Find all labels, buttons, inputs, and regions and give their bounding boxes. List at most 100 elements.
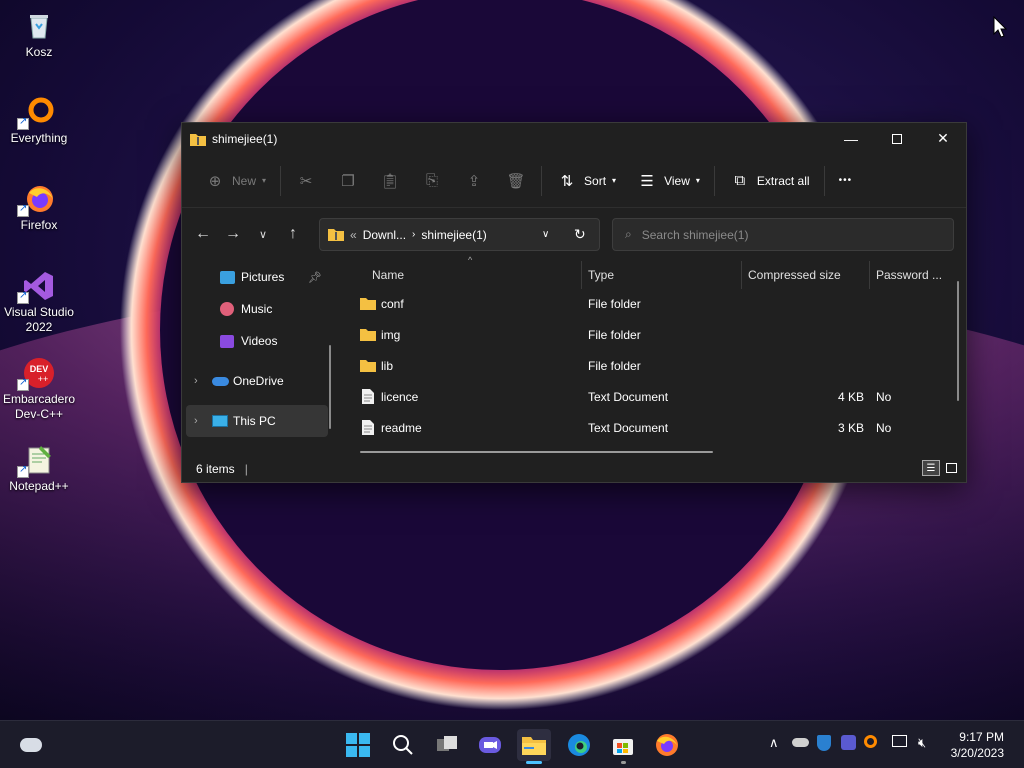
forward-button[interactable]: → [218, 225, 248, 243]
music-icon [220, 302, 234, 316]
column-header-type[interactable]: Type [582, 261, 742, 289]
recycle-bin-icon [23, 10, 55, 42]
vertical-scrollbar[interactable] [957, 281, 959, 401]
desktop-icon-notepadpp[interactable]: Notepad++ [2, 438, 76, 494]
nav-scrollbar[interactable] [329, 345, 331, 429]
minimize-icon: — [844, 130, 858, 147]
nav-item-onedrive[interactable]: › OneDrive [182, 365, 332, 397]
table-row[interactable]: lib File folder [342, 351, 966, 382]
address-dropdown-icon[interactable]: ∨ [542, 229, 549, 240]
onedrive-tray-button[interactable] [792, 735, 809, 750]
title-bar[interactable]: shimejiee(1) — ✕ [182, 123, 966, 154]
sort-button[interactable]: ⇅ Sort ▾ [546, 164, 626, 198]
everything-search-icon [864, 735, 877, 748]
nav-item-music[interactable]: Music [182, 293, 332, 325]
new-button[interactable]: ⊕ New ▾ [194, 164, 276, 198]
view-button[interactable]: ☰ View ▾ [626, 164, 710, 198]
network-tray-button[interactable] [892, 735, 907, 750]
paste-button[interactable]: 📋︎ [369, 164, 411, 198]
refresh-icon[interactable]: ↻ [574, 226, 586, 243]
svg-text:DEV: DEV [30, 364, 49, 374]
firefox-icon [656, 734, 678, 756]
breadcrumb-current[interactable]: shimejiee(1) [421, 228, 486, 242]
back-button[interactable]: ← [188, 225, 218, 243]
expand-chevron-icon: › [194, 415, 198, 427]
delete-button[interactable]: 🗑︎ [495, 164, 537, 198]
breadcrumb-downloads[interactable]: Downl... [363, 228, 406, 242]
nav-item-this-pc[interactable]: › This PC [186, 405, 328, 437]
nav-item-videos[interactable]: Videos [182, 325, 332, 357]
more-options-icon: ••• [838, 175, 853, 186]
firefox-taskbar-button[interactable] [650, 729, 684, 761]
nav-item-label: OneDrive [233, 374, 284, 388]
start-button[interactable] [341, 729, 375, 761]
column-header-name[interactable]: Name [366, 261, 582, 289]
desktop-icon-everything[interactable]: Everything [2, 90, 76, 146]
clipboard-icon: 📋︎ [380, 172, 400, 190]
window-title: shimejiee(1) [190, 132, 277, 146]
column-header-compressed-size[interactable]: Compressed size [742, 261, 870, 289]
table-row[interactable]: readme Text Document 3 KB No [342, 413, 966, 444]
column-header-row: ^ Name Type Compressed size Password ... [342, 255, 966, 289]
table-row[interactable]: licence Text Document 4 KB No [342, 382, 966, 413]
shortcut-arrow-icon [17, 377, 29, 391]
file-name: licence [381, 390, 419, 404]
search-box[interactable]: ⌕ Search shimejiee(1) [612, 218, 954, 251]
arrow-right-icon: → [225, 225, 241, 242]
column-header-password[interactable]: Password ... [870, 261, 946, 289]
arrow-left-icon: ← [195, 225, 211, 242]
view-button-label: View [664, 173, 690, 188]
rename-button[interactable]: ⎘ [411, 164, 453, 198]
volume-muted-icon: 🔇︎ [918, 735, 927, 750]
desktop-icon-recycle-bin[interactable]: Kosz [2, 4, 76, 60]
task-view-button[interactable] [430, 729, 464, 761]
weather-widget-button[interactable] [14, 729, 48, 761]
pin-icon: 📌︎ [308, 271, 322, 284]
recent-locations-button[interactable]: ∨ [248, 228, 278, 241]
copy-button[interactable]: ❐ [327, 164, 369, 198]
minimize-button[interactable]: — [828, 123, 874, 154]
window-title-text: shimejiee(1) [212, 131, 278, 146]
desktop-icon-devcpp[interactable]: DEV++ Embarcadero Dev-C++ [2, 351, 76, 422]
system-clock[interactable]: 9:17 PM 3/20/2023 [951, 729, 1004, 761]
column-header-label: Name [372, 268, 405, 282]
close-button[interactable]: ✕ [920, 123, 966, 154]
edge-taskbar-button[interactable] [562, 729, 596, 761]
more-options-button[interactable]: ••• [829, 164, 863, 198]
share-button[interactable]: ⇪ [453, 164, 495, 198]
extract-all-button[interactable]: ⧉ Extract all [719, 164, 820, 198]
file-explorer-taskbar-button[interactable] [517, 729, 551, 764]
file-type: Text Document [588, 421, 669, 435]
search-taskbar-button[interactable] [386, 729, 420, 761]
desktop-icon-visual-studio[interactable]: Visual Studio 2022 [2, 264, 76, 335]
volume-tray-button[interactable]: 🔇︎ [918, 735, 926, 751]
shortcut-arrow-icon [17, 464, 29, 478]
tiles-view-button[interactable] [942, 460, 960, 476]
everything-tray-button[interactable] [864, 735, 877, 751]
trash-icon: 🗑︎ [506, 172, 526, 190]
cut-button[interactable]: ✂ [285, 164, 327, 198]
desktop-icon-firefox[interactable]: Firefox [2, 177, 76, 233]
teams-tray-button[interactable] [841, 735, 856, 753]
show-hidden-icons-button[interactable]: ∧ [769, 735, 779, 751]
table-row[interactable]: img File folder [342, 320, 966, 351]
clock-date: 3/20/2023 [950, 746, 1004, 760]
zip-folder-icon [190, 133, 206, 146]
details-view-button[interactable]: ☰ [922, 460, 940, 476]
maximize-button[interactable] [874, 123, 920, 154]
toolbar-divider [713, 165, 715, 196]
nav-item-pictures[interactable]: Pictures 📌︎ [182, 261, 332, 293]
active-app-indicator [526, 761, 542, 764]
chevron-up-icon: ∧ [769, 735, 779, 750]
breadcrumb-overflow[interactable]: « [350, 228, 357, 242]
zip-folder-icon [328, 229, 344, 241]
horizontal-scrollbar[interactable] [360, 451, 713, 453]
store-taskbar-button[interactable] [606, 729, 640, 764]
security-tray-button[interactable] [817, 735, 831, 754]
nav-item-label: This PC [233, 414, 276, 428]
chat-button[interactable] [473, 729, 507, 761]
table-row[interactable]: conf File folder [342, 289, 966, 320]
up-button[interactable]: ↑ [278, 225, 308, 243]
address-bar[interactable]: « Downl... › shimejiee(1) ∨ ↻ [319, 218, 600, 251]
arrow-up-icon: ↑ [289, 225, 297, 242]
